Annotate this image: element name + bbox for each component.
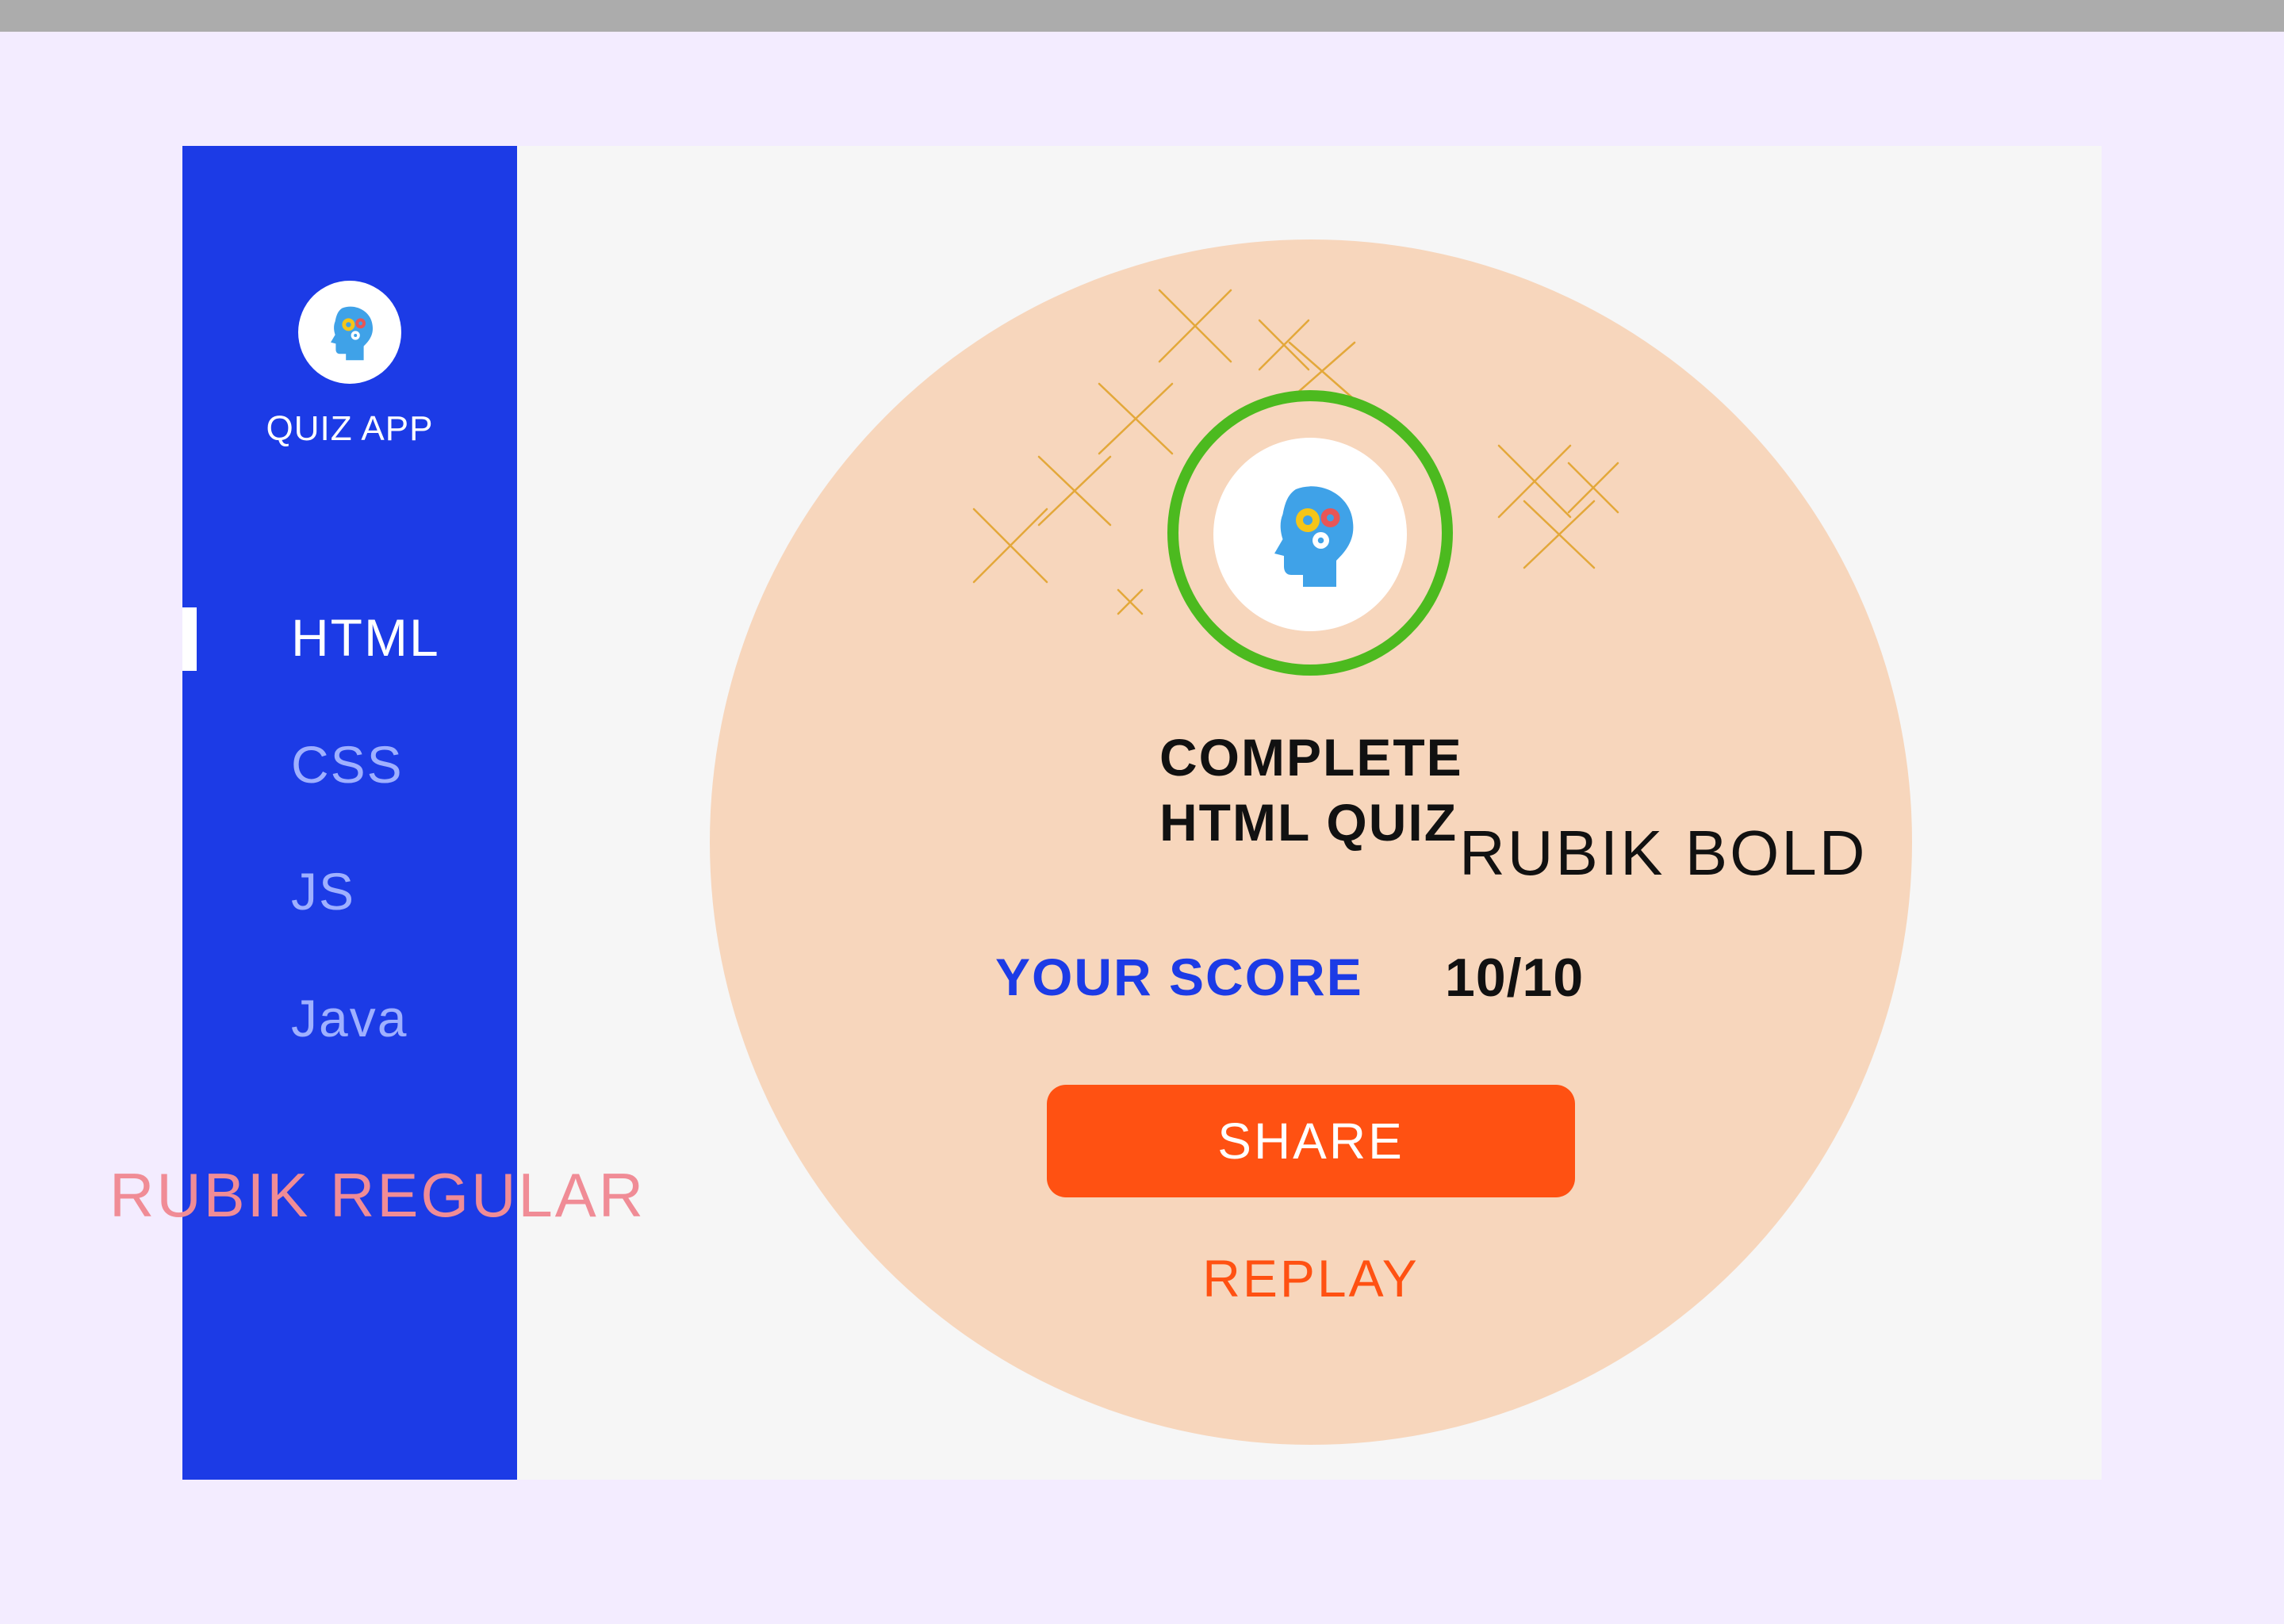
top-strip bbox=[0, 0, 2284, 32]
badge-circle bbox=[1213, 438, 1407, 631]
sidebar-item-label: CSS bbox=[291, 735, 404, 794]
sidebar-item-html[interactable]: HTML bbox=[182, 574, 517, 701]
score-label: YOUR SCORE bbox=[995, 948, 1363, 1006]
sidebar-item-label: HTML bbox=[291, 608, 440, 667]
app-title: QUIZ APP bbox=[266, 409, 434, 448]
quiz-title-line2: HTML QUIZ bbox=[1159, 793, 1458, 852]
share-button[interactable]: SHARE bbox=[1047, 1085, 1575, 1197]
sidebar-item-label: JS bbox=[291, 862, 356, 921]
brain-gears-icon bbox=[1274, 486, 1354, 587]
quiz-title: COMPLETE HTML QUIZ bbox=[1159, 725, 1477, 855]
sidebar-item-label: Java bbox=[291, 989, 408, 1048]
font-annotation-bold: RUBIK BOLD bbox=[1459, 818, 1868, 888]
score-value: 10/10 bbox=[1445, 948, 1585, 1008]
sidebar-item-java[interactable]: Java bbox=[182, 955, 517, 1082]
sidebar-item-css[interactable]: CSS bbox=[182, 701, 517, 828]
sidebar: QUIZ APP HTML CSS JS Java bbox=[182, 146, 517, 1480]
quiz-title-line1: COMPLETE bbox=[1159, 728, 1463, 787]
sidebar-nav: HTML CSS JS Java bbox=[182, 574, 517, 1082]
sidebar-item-js[interactable]: JS bbox=[182, 828, 517, 955]
replay-button[interactable]: REPLAY bbox=[1047, 1248, 1575, 1308]
font-annotation-regular: RUBIK REGULAR bbox=[109, 1160, 646, 1230]
active-indicator bbox=[182, 607, 197, 671]
brain-gears-icon bbox=[331, 306, 374, 361]
app-logo bbox=[298, 281, 401, 384]
